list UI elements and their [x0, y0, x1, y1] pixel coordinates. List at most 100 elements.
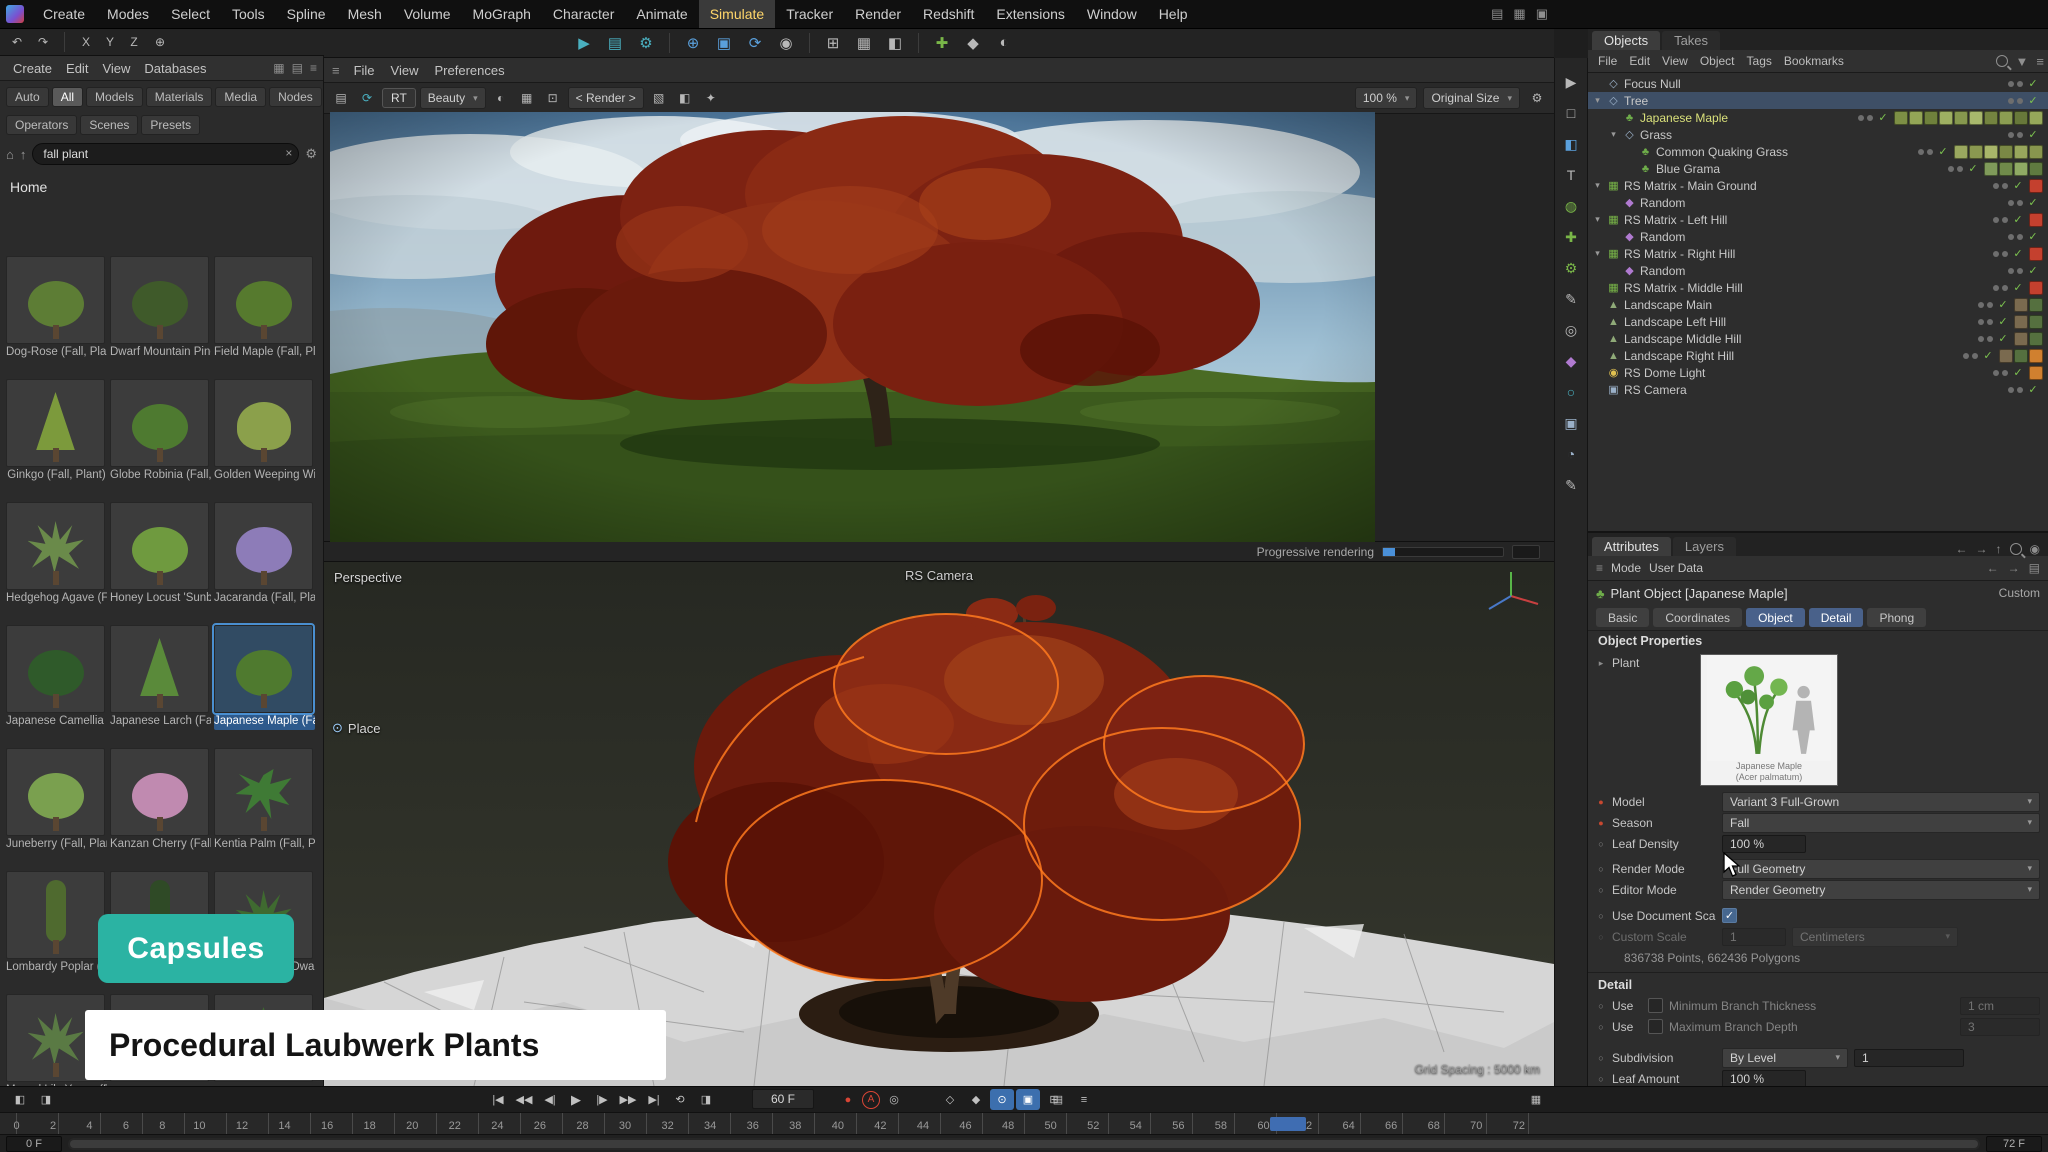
object-name[interactable]: Tree	[1624, 94, 2005, 108]
visibility-dots[interactable]	[2008, 387, 2023, 393]
object-name[interactable]: Landscape Middle Hill	[1624, 332, 1975, 346]
object-tags[interactable]	[2013, 298, 2043, 312]
visibility-dots[interactable]	[1978, 336, 1993, 342]
redo-icon[interactable]: ↷	[32, 30, 54, 54]
enabled-check-icon[interactable]	[2011, 281, 2025, 294]
coordinate-system-icon[interactable]: ⊕	[149, 30, 171, 54]
visibility-dots[interactable]	[1963, 353, 1978, 359]
enabled-check-icon[interactable]	[2026, 196, 2040, 209]
render-view-menu-item[interactable]: View	[383, 63, 427, 78]
object-name[interactable]: Random	[1640, 264, 2005, 278]
attribute-tab[interactable]: Layers	[1673, 537, 1736, 556]
range-end-field[interactable]: 72 F	[1986, 1136, 2042, 1152]
selection-tool-icon[interactable]: ▶	[1559, 70, 1583, 94]
om-menu-item[interactable]: View	[1656, 54, 1694, 68]
enabled-check-icon[interactable]	[2026, 77, 2040, 90]
object-row[interactable]: ▲ Landscape Middle Hill	[1588, 330, 2048, 347]
om-menu-item[interactable]: Object	[1694, 54, 1741, 68]
visibility-dots[interactable]	[1978, 302, 1993, 308]
pen-tool-icon[interactable]: ✎	[1559, 287, 1583, 311]
object-row[interactable]: ▾ ◇ Tree	[1588, 92, 2048, 109]
object-tags[interactable]	[2028, 179, 2043, 193]
object-name[interactable]: Landscape Right Hill	[1624, 349, 1960, 363]
asset-thumbnail[interactable]	[214, 502, 313, 590]
asset-item[interactable]: Jacaranda (Fall, Plant)	[214, 502, 315, 607]
visibility-dots[interactable]	[2008, 200, 2023, 206]
plant-preview-thumbnail[interactable]: Japanese Maple (Acer palmatum)	[1700, 654, 1838, 786]
channel-icon[interactable]: ◐	[490, 86, 512, 110]
draw-tool-icon[interactable]: ✎	[1559, 473, 1583, 497]
rendered-image[interactable]	[330, 112, 1375, 542]
menu-item[interactable]: Tools	[221, 0, 276, 28]
object-row[interactable]: ♣ Japanese Maple	[1588, 109, 2048, 126]
loop-button[interactable]: ⟲	[668, 1089, 692, 1110]
rt-button[interactable]: RT	[382, 88, 416, 108]
refresh-icon[interactable]: ⟳	[356, 86, 378, 110]
axis-lock-button[interactable]: Y	[99, 30, 121, 54]
asset-item[interactable]: Japanese Camellia (Fal...	[6, 625, 107, 730]
object-name[interactable]: Blue Grama	[1656, 162, 1945, 176]
render-mode-dropdown[interactable]: Full Geometry▾	[1722, 859, 2040, 879]
current-frame-marker[interactable]	[1270, 1117, 1306, 1131]
mode-button[interactable]: Mode	[1611, 561, 1641, 575]
render-settings-icon[interactable]: ⚙	[632, 31, 660, 55]
visibility-dots[interactable]	[1993, 370, 2008, 376]
object-name[interactable]: Common Quaking Grass	[1656, 145, 1915, 159]
asset-thumbnail[interactable]	[6, 502, 105, 590]
key-scale-button[interactable]: ◆	[964, 1089, 988, 1110]
asset-thumbnail[interactable]	[110, 502, 209, 590]
render-view-icon[interactable]: ▶	[570, 31, 598, 55]
deformer-icon[interactable]: ◆	[1559, 349, 1583, 373]
back-icon[interactable]: ←	[1956, 542, 1968, 556]
asset-menu-item[interactable]: Edit	[59, 61, 95, 76]
enabled-check-icon[interactable]	[2026, 94, 2040, 107]
object-tags[interactable]	[2013, 332, 2043, 346]
asset-item[interactable]: Globe Robinia (Fall, Pl...	[110, 379, 211, 484]
enabled-check-icon[interactable]	[2011, 179, 2025, 192]
menu-item[interactable]: Spline	[276, 0, 337, 28]
zoom-dropdown[interactable]: 100 %▾	[1355, 87, 1418, 109]
measure-tool-icon[interactable]: ◎	[1559, 318, 1583, 342]
object-name[interactable]: Grass	[1640, 128, 2005, 142]
filter-tab[interactable]: Nodes	[269, 87, 322, 107]
use-document-scale-checkbox[interactable]	[1722, 908, 1737, 923]
section-tab[interactable]: Detail	[1809, 608, 1864, 627]
max-branch-field[interactable]: 3	[1960, 1018, 2040, 1036]
object-row[interactable]: ▾ ▦ RS Matrix - Right Hill	[1588, 245, 2048, 262]
asset-thumbnail[interactable]	[214, 379, 313, 467]
subdivision-field[interactable]: 1	[1854, 1049, 1964, 1067]
object-row[interactable]: ▾ ▦ RS Matrix - Main Ground	[1588, 177, 2048, 194]
render-view-menu-item[interactable]: Preferences	[427, 63, 513, 78]
object-tags[interactable]	[1983, 162, 2043, 176]
manager-tab[interactable]: Objects	[1592, 31, 1660, 50]
timeline-option2-icon[interactable]: ◨	[34, 1089, 58, 1110]
min-branch-field[interactable]: 1 cm	[1960, 997, 2040, 1015]
asset-thumbnail[interactable]	[214, 748, 313, 836]
lock-icon[interactable]: ◉	[2030, 542, 2040, 556]
asset-item[interactable]: Kanzan Cherry (Fall, Pl...	[110, 748, 211, 853]
next-key-button[interactable]: ▶▶	[616, 1089, 640, 1110]
object-name[interactable]: RS Camera	[1624, 383, 2005, 397]
custom-dropdown[interactable]: Custom	[1999, 586, 2040, 600]
asset-thumbnail[interactable]	[6, 256, 105, 344]
keyframe-selection-button[interactable]: ◎	[882, 1089, 906, 1110]
key-parameter-button[interactable]: ▣	[1016, 1089, 1040, 1110]
viewport-label[interactable]: Perspective	[334, 570, 402, 585]
prev-key-button[interactable]: ◀◀	[512, 1089, 536, 1110]
object-row[interactable]: ▦ RS Matrix - Middle Hill	[1588, 279, 2048, 296]
visibility-dots[interactable]	[1978, 319, 1993, 325]
asset-item[interactable]: Hedgehog Agave (Fall...	[6, 502, 107, 607]
camera-label[interactable]: RS Camera	[905, 568, 973, 583]
enabled-check-icon[interactable]	[1876, 111, 1890, 124]
om-menu-item[interactable]: Tags	[1741, 54, 1778, 68]
filter-tab[interactable]: Materials	[146, 87, 213, 107]
layout-icon[interactable]: ▤	[1491, 6, 1503, 22]
visibility-dots[interactable]	[1993, 285, 2008, 291]
object-name[interactable]: Japanese Maple	[1640, 111, 1855, 125]
render-view-menu-item[interactable]: File	[346, 63, 383, 78]
object-name[interactable]: RS Matrix - Middle Hill	[1624, 281, 1990, 295]
filter-icon[interactable]: ▼	[2016, 54, 2029, 69]
menu-item[interactable]: Simulate	[699, 0, 775, 28]
menu-item[interactable]: Render	[844, 0, 912, 28]
history-forward-icon[interactable]: →	[2008, 561, 2020, 575]
